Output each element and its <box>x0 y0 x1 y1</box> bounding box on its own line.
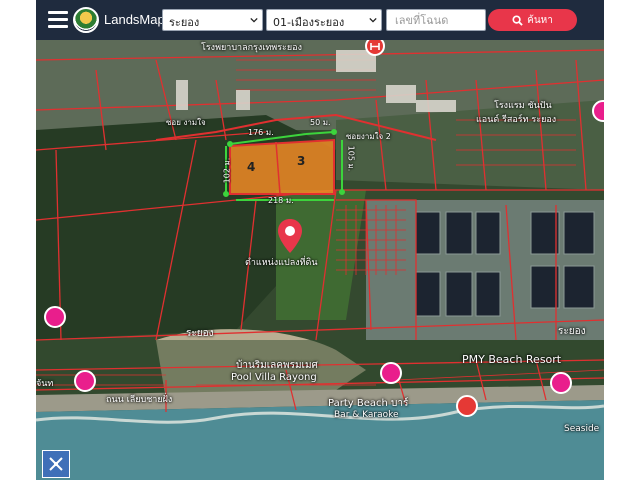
location-pin-icon[interactable] <box>277 218 303 254</box>
plot-number-4[interactable]: 4 <box>247 160 255 174</box>
measure-tool-icon <box>49 457 63 471</box>
road-label-top: ซอย งามใจ <box>166 118 206 127</box>
bar-karaoke-label: Bar & Karaoke <box>334 410 399 420</box>
poi-marker-resort[interactable] <box>380 362 402 384</box>
beach-road-label: ถนน เลียบชายฝั่ง <box>106 395 173 405</box>
province-select[interactable]: ระยอง <box>162 9 263 31</box>
pin-label: ตำแหน่งแปลงที่ดิน <box>245 258 318 268</box>
pmy-beach-resort-label: PMY Beach Resort <box>462 353 562 366</box>
party-beach-label: Party Beach บาร์ <box>328 398 409 409</box>
poi-marker-left[interactable] <box>44 306 66 328</box>
resort-left-en: Pool Villa Rayong <box>231 372 317 383</box>
measure-top-right: 50 ม. <box>310 118 331 127</box>
province-select-value: ระยอง <box>169 16 200 29</box>
area-label-1: ระยอง <box>186 328 214 339</box>
chevron-down-icon <box>250 17 258 23</box>
measure-left-side: 102 ม. <box>222 157 232 184</box>
district-select-value: 01-เมืองระยอง <box>273 16 345 29</box>
plot-number-3[interactable]: 3 <box>297 154 305 168</box>
deed-number-input[interactable] <box>386 9 486 31</box>
measure-bottom: 218 ม. <box>268 196 294 205</box>
hospital-label: โรงพยาบาลกรุงเทพระยอง <box>201 43 302 53</box>
poi-marker-bar[interactable] <box>456 395 478 417</box>
search-button[interactable]: ค้นหา <box>488 9 577 31</box>
measure-right-side: 105 ม. <box>346 145 356 172</box>
right-edge-label: Seaside <box>564 424 600 434</box>
resort-label-right: แอนด์ รีสอร์ท ระยอง <box>476 115 557 125</box>
landsmaps-logo <box>73 7 99 33</box>
district-select[interactable]: 01-เมืองระยอง <box>266 9 382 31</box>
poi-marker-pmy[interactable] <box>550 372 572 394</box>
map-tool-button[interactable] <box>42 450 70 478</box>
chevron-down-icon <box>369 17 377 23</box>
search-icon <box>512 14 523 26</box>
left-edge-label: จันท <box>36 379 54 389</box>
area-label-2: ระยอง <box>558 326 586 337</box>
hotel-label: โรงแรม ชันปัน <box>494 101 552 111</box>
top-bar: LandsMaps ระยอง 01-เมืองระยอง ค้นหา <box>36 0 604 40</box>
road-label-top-right: ซอยงามใจ 2 <box>346 132 391 141</box>
app-frame: LandsMaps ระยอง 01-เมืองระยอง ค้นหา <box>36 0 604 480</box>
map-view[interactable]: 176 ม. 50 ม. 102 ม. 105 ม. 218 ม. 4 3 ตำ… <box>36 40 604 480</box>
menu-icon[interactable] <box>48 11 68 29</box>
poi-marker-beach-left[interactable] <box>74 370 96 392</box>
resort-left-th: บ้านริมเลคพรมเมศ <box>236 360 318 371</box>
search-button-label: ค้นหา <box>527 14 553 26</box>
measure-top-left: 176 ม. <box>248 128 274 137</box>
